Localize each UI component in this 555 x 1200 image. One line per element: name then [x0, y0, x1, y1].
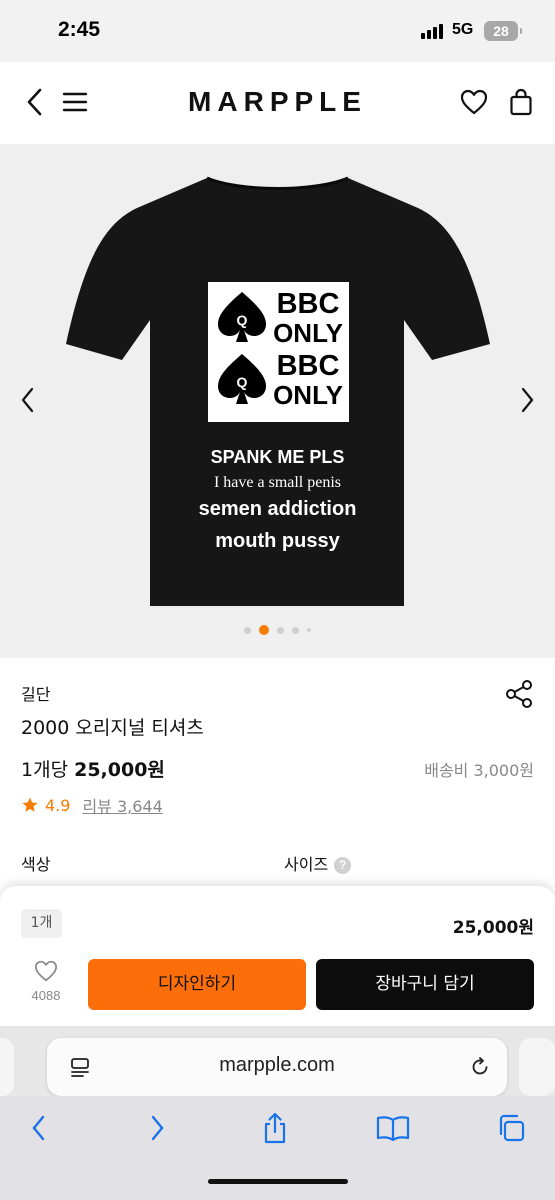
- shirt-line: mouth pussy: [215, 530, 340, 552]
- url-text: marpple.com: [219, 1054, 335, 1076]
- carousel-dot[interactable]: [307, 628, 311, 632]
- browser-toolbar: [0, 1096, 555, 1200]
- status-bar: 2:45 5G 28: [0, 0, 555, 62]
- app-header: MARPPLE: [0, 62, 555, 144]
- price: 1개당 25,000원: [21, 755, 165, 782]
- carousel-indicator: [0, 624, 555, 636]
- help-icon[interactable]: ?: [334, 857, 352, 874]
- chevron-left-icon: [21, 387, 34, 413]
- card-text: BBC: [276, 350, 340, 382]
- prev-tab-preview[interactable]: [0, 1038, 14, 1096]
- shirt-line: SPANK ME PLS: [210, 447, 345, 467]
- add-to-cart-button[interactable]: 장바구니 담기: [316, 959, 534, 1010]
- rating: 4.9 리뷰 3,644: [21, 793, 163, 817]
- card-text: BBC: [276, 288, 340, 320]
- card-symbol: Q: [236, 374, 248, 390]
- carousel-dot[interactable]: [244, 626, 251, 634]
- heart-outline-icon: [35, 960, 57, 982]
- address-bar[interactable]: marpple.com: [47, 1038, 507, 1096]
- rating-score: 4.9: [45, 795, 71, 815]
- browser-bookmarks-button[interactable]: [373, 1110, 413, 1146]
- carousel-dot-active[interactable]: [259, 625, 269, 635]
- browser-forward-button[interactable]: [138, 1110, 178, 1146]
- card-text: ONLY: [273, 380, 343, 410]
- review-link[interactable]: 리뷰 3,644: [82, 793, 162, 817]
- chevron-right-icon: [521, 387, 534, 413]
- heart-outline-icon: [460, 89, 488, 115]
- wishlist-button[interactable]: [456, 84, 492, 120]
- home-indicator: [208, 1179, 348, 1184]
- card-text: ONLY: [273, 318, 343, 348]
- size-label-text: 사이즈: [284, 855, 329, 874]
- carousel-dot[interactable]: [292, 626, 299, 634]
- product-title: 2000 오리지널 티셔츠: [21, 717, 204, 739]
- status-time: 2:45: [58, 18, 101, 41]
- browser-back-button[interactable]: [18, 1110, 58, 1146]
- browser-share-button[interactable]: [255, 1110, 295, 1146]
- next-image-button[interactable]: [513, 382, 543, 418]
- tabs-icon: [499, 1114, 525, 1142]
- design-button[interactable]: 디자인하기: [88, 959, 306, 1010]
- browser-tabs-button[interactable]: [491, 1110, 531, 1146]
- quantity-badge[interactable]: 1개: [21, 909, 62, 938]
- shirt-line: semen addiction: [198, 498, 357, 520]
- next-tab-preview[interactable]: [519, 1038, 555, 1096]
- star-icon: [22, 797, 38, 812]
- share-button[interactable]: [503, 678, 535, 710]
- shipping-fee: 배송비 3,000원: [424, 761, 534, 780]
- book-icon: [376, 1116, 410, 1142]
- share-upload-icon: [264, 1112, 286, 1144]
- product-image-carousel[interactable]: Q Q BBC ONLY BBC ONLY SPANK ME PLS I hav…: [0, 144, 555, 658]
- color-option-label: 색상: [21, 855, 51, 874]
- chevron-right-icon: [151, 1115, 164, 1141]
- bag-icon: [510, 88, 532, 116]
- reload-icon[interactable]: [469, 1056, 491, 1078]
- carousel-dot[interactable]: [277, 626, 284, 634]
- signal-icon: [421, 23, 445, 39]
- cart-button[interactable]: [503, 84, 539, 120]
- card-symbol: Q: [236, 312, 248, 328]
- brand-name[interactable]: 길단: [21, 681, 50, 705]
- price-value: 25,000원: [74, 759, 165, 781]
- like-button[interactable]: 4088: [22, 960, 70, 1003]
- like-count: 4088: [31, 988, 61, 1003]
- purchase-sheet: 1개 25,000원 4088 디자인하기 장바구니 담기: [0, 886, 555, 1026]
- battery-icon: 28: [484, 21, 522, 41]
- size-option-label: 사이즈?: [284, 851, 352, 875]
- chevron-left-icon: [32, 1115, 45, 1141]
- prev-image-button[interactable]: [12, 382, 42, 418]
- shirt-line: I have a small penis: [213, 474, 342, 491]
- total-price: 25,000원: [452, 918, 534, 938]
- share-icon: [506, 680, 532, 708]
- unit-prefix: 1개당: [21, 759, 69, 781]
- network-type: 5G: [452, 21, 474, 38]
